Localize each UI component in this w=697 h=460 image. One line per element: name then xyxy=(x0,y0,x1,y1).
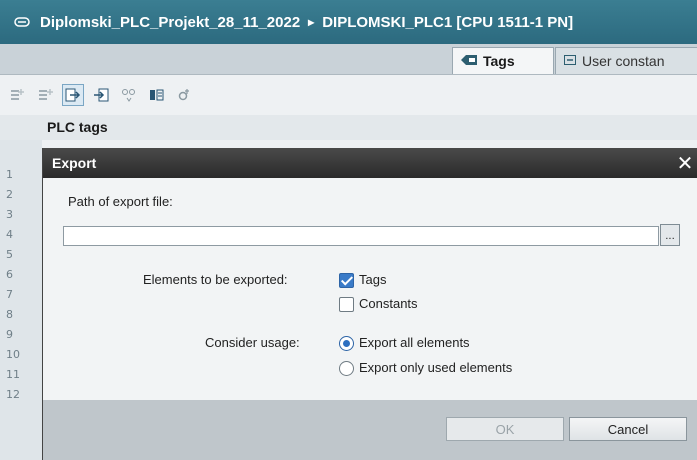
tab-user-constants[interactable]: User constan xyxy=(555,47,697,74)
breadcrumb-separator: ▸ xyxy=(308,15,315,29)
tags-checkbox-label[interactable]: Tags xyxy=(359,272,386,287)
tab-label: User constan xyxy=(582,53,665,69)
path-label: Path of export file: xyxy=(68,194,173,209)
ok-button[interactable]: OK xyxy=(446,417,564,441)
row-number: 7 xyxy=(6,288,13,301)
constants-table-icon xyxy=(564,54,576,68)
tab-tags[interactable]: Tags xyxy=(452,47,554,74)
insert-row-icon[interactable] xyxy=(6,84,28,106)
dialog-titlebar: Export ✕ xyxy=(43,148,697,178)
row-number: 4 xyxy=(6,228,13,241)
export-path-input[interactable] xyxy=(63,226,659,246)
tag-table-icon xyxy=(461,54,477,68)
usage-label: Consider usage: xyxy=(205,335,300,350)
export-all-radio[interactable] xyxy=(339,336,354,351)
project-titlebar: Diplomski_PLC_Projekt_28_11_2022 ▸ DIPLO… xyxy=(0,0,697,44)
import-icon[interactable] xyxy=(90,84,112,106)
elements-label: Elements to be exported: xyxy=(143,272,288,287)
accessibility-icon[interactable] xyxy=(174,84,196,106)
dialog-title: Export xyxy=(52,155,97,171)
plc-tags-bar: PLC tags xyxy=(0,115,697,140)
project-name: Diplomski_PLC_Projekt_28_11_2022 xyxy=(40,13,301,31)
row-number: 1 xyxy=(6,168,13,181)
monitor-all-icon[interactable] xyxy=(118,84,140,106)
row-number: 2 xyxy=(6,188,13,201)
row-number: 3 xyxy=(6,208,13,221)
row-number: 9 xyxy=(6,328,13,341)
browse-button[interactable]: ... xyxy=(660,224,680,246)
plc-tags-title: PLC tags xyxy=(47,119,108,135)
retain-icon[interactable] xyxy=(146,84,168,106)
editor-tab-bar: Tags User constan xyxy=(0,44,697,75)
row-number: 5 xyxy=(6,248,13,261)
row-number-column: 1 2 3 4 5 6 7 8 9 10 11 12 xyxy=(0,140,43,460)
device-name: DIPLOMSKI_PLC1 [CPU 1511-1 PN] xyxy=(322,13,574,31)
export-all-label[interactable]: Export all elements xyxy=(359,335,470,350)
cancel-button[interactable]: Cancel xyxy=(569,417,687,441)
tab-label: Tags xyxy=(483,53,515,69)
close-icon[interactable]: ✕ xyxy=(672,150,697,176)
row-number: 10 xyxy=(6,348,20,361)
row-number: 6 xyxy=(6,268,13,281)
row-number: 12 xyxy=(6,388,20,401)
export-icon[interactable] xyxy=(62,84,84,106)
tags-checkbox[interactable] xyxy=(339,273,354,288)
row-number: 8 xyxy=(6,308,13,321)
export-used-label[interactable]: Export only used elements xyxy=(359,360,512,375)
tag-table-toolbar xyxy=(0,75,697,115)
export-used-radio[interactable] xyxy=(339,361,354,376)
add-row-icon[interactable] xyxy=(34,84,56,106)
dialog-footer: OK Cancel xyxy=(43,400,697,460)
row-number: 11 xyxy=(6,368,20,381)
constants-checkbox[interactable] xyxy=(339,297,354,312)
export-dialog: Export ✕ Path of export file: ... Elemen… xyxy=(42,148,697,460)
collapse-panel-icon[interactable] xyxy=(14,16,30,28)
constants-checkbox-label[interactable]: Constants xyxy=(359,296,418,311)
